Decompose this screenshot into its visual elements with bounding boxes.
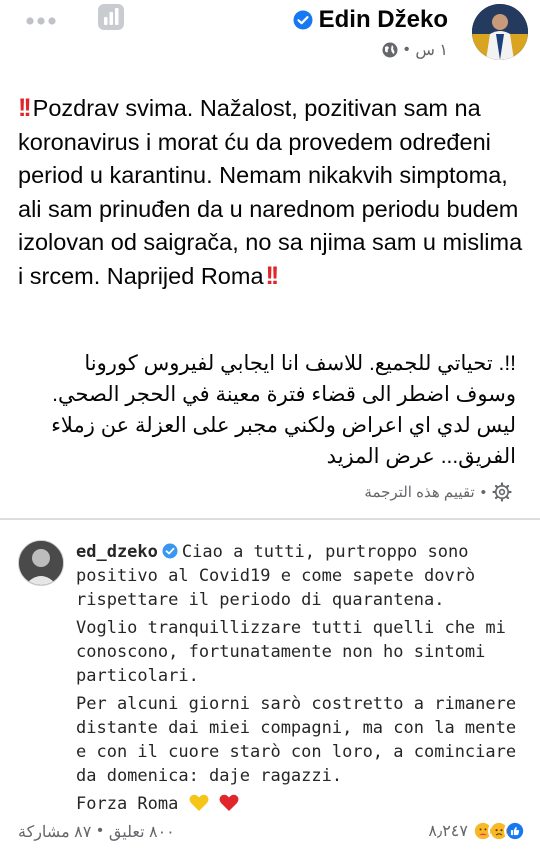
post-meta: ١ س • xyxy=(382,40,448,60)
reaction-count: ٨٫٢٤٧ xyxy=(428,823,468,840)
red-heart-icon xyxy=(219,794,239,811)
yellow-heart-icon xyxy=(189,794,209,811)
post-time[interactable]: ١ س xyxy=(415,40,448,60)
instagram-username: ed_dzeko xyxy=(76,542,158,562)
instagram-caption: ed_dzeko Ciao a tutti, purtroppo sono pos… xyxy=(76,540,526,820)
post-header: Edin Džeko ١ س • xyxy=(0,0,540,72)
instagram-line-2: Voglio tranquillizzare tutti quelli che … xyxy=(76,618,506,686)
engagement-counts: ٨٠٠ تعليق • ٨٧ مشاركة xyxy=(18,822,175,842)
rate-translation-row: • تقييم هذه الترجمة xyxy=(364,482,512,502)
counts-separator: • xyxy=(97,822,103,839)
rate-translation-link[interactable]: تقييم هذه الترجمة xyxy=(364,483,474,501)
post-text: Pozdrav svima. Nažalost, pozitivan sam n… xyxy=(18,95,523,289)
instagram-avatar xyxy=(18,540,64,586)
post-footer: ٨٫٢٤٧ ٨٠٠ تعليق • ٨٧ مشاركة xyxy=(0,820,540,853)
instagram-verified-icon xyxy=(162,543,178,559)
see-more-link[interactable]: عرض المزيد xyxy=(327,445,435,468)
meta-separator: • xyxy=(403,41,410,58)
avatar-photo xyxy=(472,4,528,60)
gear-icon[interactable] xyxy=(492,482,512,502)
instagram-screenshot[interactable]: ed_dzeko Ciao a tutti, purtroppo sono pos… xyxy=(0,518,540,816)
rate-separator: • xyxy=(480,483,486,501)
instagram-line-3: Per alcuni giorni sarò costretto a riman… xyxy=(76,694,517,786)
author-name[interactable]: Edin Džeko xyxy=(319,6,448,34)
post-body: !! Pozdrav svima. Nažalost, pozitivan sam… xyxy=(18,92,523,293)
double-exclamation-emoji: !! xyxy=(18,94,32,122)
instagram-avatar-photo xyxy=(19,541,63,585)
author-row: Edin Džeko xyxy=(293,6,448,34)
insights-icon[interactable] xyxy=(97,3,125,31)
translation-body: !!. تحياتي للجميع. للاسف انا ايجابي لفير… xyxy=(51,352,516,468)
verified-badge-icon xyxy=(293,10,313,30)
globe-icon xyxy=(382,42,398,58)
instagram-line-4: Forza Roma xyxy=(76,794,179,814)
author-avatar[interactable] xyxy=(472,4,528,60)
like-reaction-icon xyxy=(504,820,526,842)
reactions-summary[interactable]: ٨٫٢٤٧ xyxy=(428,820,526,842)
reaction-icons xyxy=(472,820,526,842)
translated-text: !!. تحياتي للجميع. للاسف انا ايجابي لفير… xyxy=(26,348,516,472)
more-options-icon[interactable] xyxy=(24,8,58,34)
double-exclamation-emoji: !! xyxy=(265,261,280,290)
comments-count[interactable]: ٨٠٠ تعليق xyxy=(109,822,175,842)
shares-count[interactable]: ٨٧ مشاركة xyxy=(18,822,91,842)
